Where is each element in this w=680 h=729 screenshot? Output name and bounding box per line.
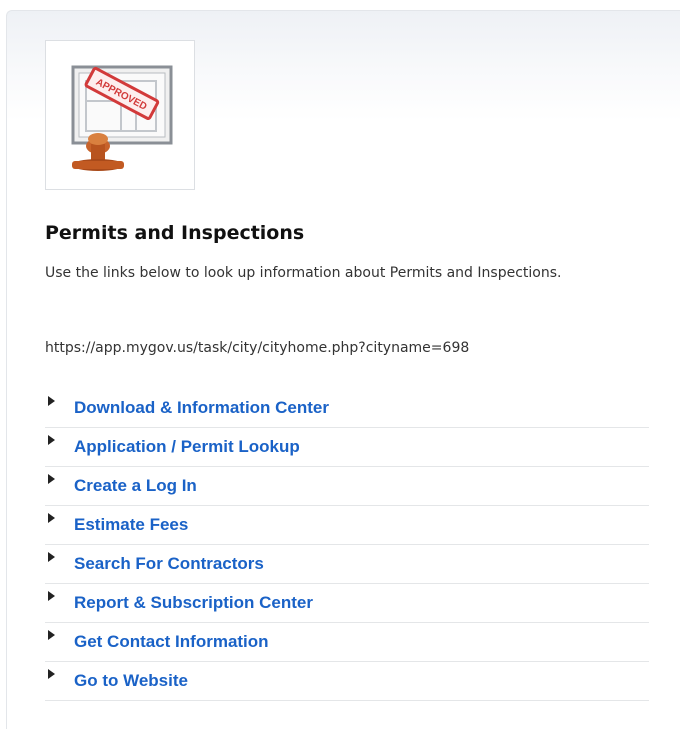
page-url: https://app.mygov.us/task/city/cityhome.… xyxy=(45,340,470,356)
bullet-arrow-icon xyxy=(48,630,55,640)
get-contact-information-link[interactable]: Get Contact Information xyxy=(74,632,269,652)
report-subscription-center-link[interactable]: Report & Subscription Center xyxy=(74,593,313,613)
bullet-arrow-icon xyxy=(48,396,55,406)
estimate-fees-link[interactable]: Estimate Fees xyxy=(74,515,188,535)
list-item: Estimate Fees xyxy=(45,506,649,545)
bullet-arrow-icon xyxy=(48,669,55,679)
list-item: Search For Contractors xyxy=(45,545,649,584)
links-list: Download & Information Center Applicatio… xyxy=(45,389,649,701)
list-item: Application / Permit Lookup xyxy=(45,428,649,467)
page-description: Use the links below to look up informati… xyxy=(45,265,562,281)
application-permit-lookup-link[interactable]: Application / Permit Lookup xyxy=(74,437,300,457)
page-title: Permits and Inspections xyxy=(45,222,305,244)
list-item: Report & Subscription Center xyxy=(45,584,649,623)
list-item: Go to Website xyxy=(45,662,649,701)
permits-thumbnail: APPROVED xyxy=(45,40,195,190)
list-item: Download & Information Center xyxy=(45,389,649,428)
bullet-arrow-icon xyxy=(48,552,55,562)
list-item: Create a Log In xyxy=(45,467,649,506)
bullet-arrow-icon xyxy=(48,435,55,445)
list-item: Get Contact Information xyxy=(45,623,649,662)
bullet-arrow-icon xyxy=(48,591,55,601)
bullet-arrow-icon xyxy=(48,513,55,523)
go-to-website-link[interactable]: Go to Website xyxy=(74,671,188,691)
bullet-arrow-icon xyxy=(48,474,55,484)
download-information-center-link[interactable]: Download & Information Center xyxy=(74,398,329,418)
approved-stamp-icon: APPROVED xyxy=(71,65,173,171)
search-contractors-link[interactable]: Search For Contractors xyxy=(74,554,264,574)
create-login-link[interactable]: Create a Log In xyxy=(74,476,197,496)
